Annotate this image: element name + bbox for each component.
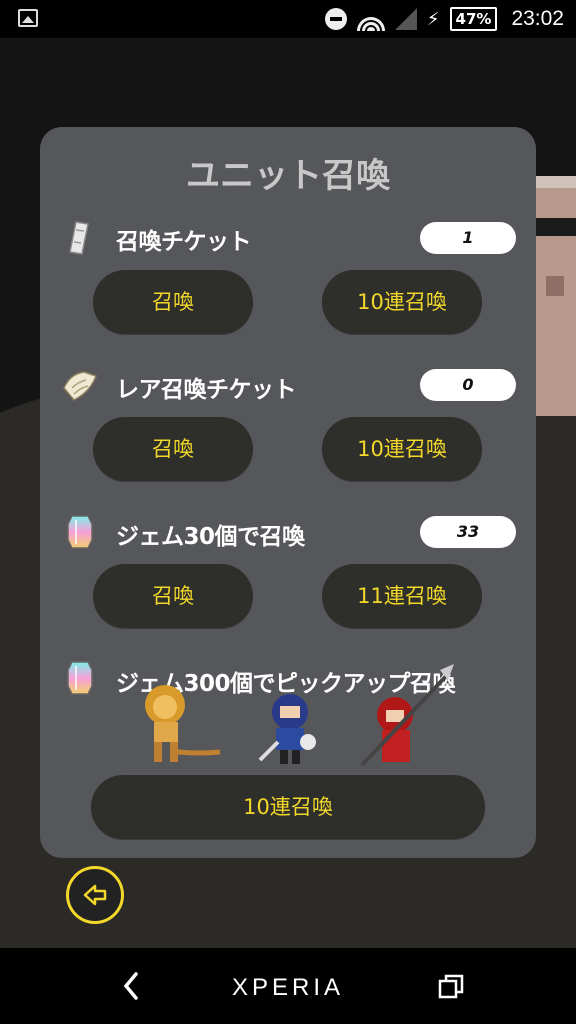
brand-logo: XPERIA <box>231 974 345 1001</box>
battery-indicator: 47% <box>449 7 498 31</box>
rare-ticket-label: レア召喚チケット <box>116 377 297 403</box>
background-character-sprite <box>532 176 576 416</box>
gem-11x-summon-button[interactable]: 11連召喚 <box>322 564 482 628</box>
rare-ticket-10x-summon-button[interactable]: 10連召喚 <box>322 417 482 481</box>
rare-ticket-summon-button[interactable]: 召喚 <box>93 417 253 481</box>
knight-character-sprite <box>258 694 316 764</box>
ticket-10x-summon-button[interactable]: 10連召喚 <box>322 270 482 334</box>
rare-ticket-icon <box>63 371 97 401</box>
do-not-disturb-icon <box>324 8 347 30</box>
cell-signal-icon <box>394 8 417 30</box>
wifi-icon <box>356 7 385 31</box>
red-warrior-character-sprite <box>360 664 454 767</box>
gem-summon-button[interactable]: 召喚 <box>93 564 253 628</box>
gem-icon <box>67 515 93 549</box>
summon-ticket-count: 1 <box>420 222 516 254</box>
charging-icon: ⚡ <box>426 8 440 30</box>
ticket-summon-button[interactable]: 召喚 <box>93 270 253 334</box>
gem-icon <box>67 661 93 695</box>
ticket-icon <box>69 221 89 255</box>
rare-ticket-count: 0 <box>420 369 516 401</box>
summon-ticket-label: 召喚チケット <box>116 229 252 255</box>
gallery-notification-icon <box>18 9 38 27</box>
gem-30-label: ジェム30個で召喚 <box>116 524 305 550</box>
recent-apps-icon[interactable] <box>438 974 464 1000</box>
pickup-characters <box>145 664 454 767</box>
pickup-10x-summon-button[interactable]: 10連召喚 <box>91 775 485 839</box>
dialog-title: ユニット召喚 <box>186 156 390 196</box>
gem-count: 33 <box>420 516 516 548</box>
back-button[interactable] <box>66 866 124 924</box>
back-arrow-icon <box>83 884 107 906</box>
status-bar: ⚡ 47% 23:02 <box>0 0 576 38</box>
lion-character-sprite <box>145 685 221 762</box>
status-clock: 23:02 <box>511 7 564 30</box>
